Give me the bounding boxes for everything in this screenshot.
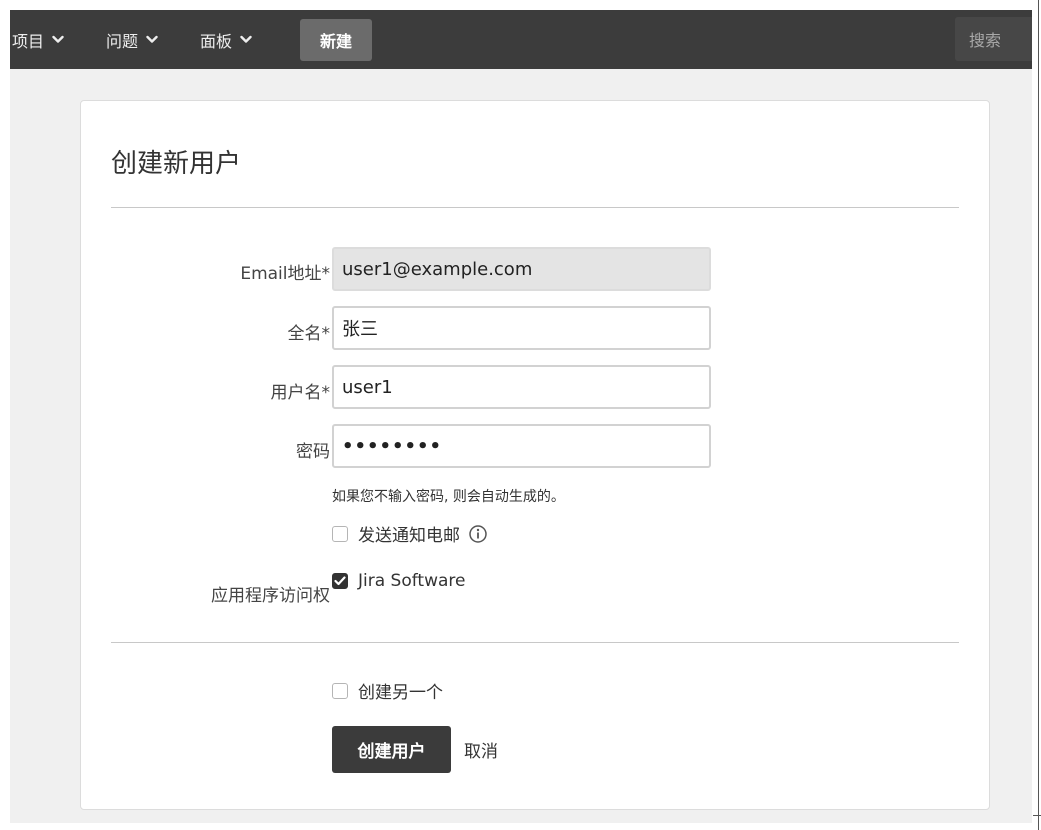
jira-software-label: Jira Software — [358, 571, 466, 591]
checkmark-icon — [334, 576, 346, 586]
send-notification-checkbox[interactable] — [332, 525, 348, 542]
info-icon[interactable] — [468, 524, 488, 544]
nav-projects-label: 项目 — [12, 31, 45, 51]
password-hint: 如果您不输入密码, 则会自动生成的。 — [332, 489, 565, 505]
create-another-option[interactable]: 创建另一个 — [332, 678, 443, 703]
jira-software-option[interactable]: Jira Software — [332, 571, 466, 591]
create-another-checkbox[interactable] — [332, 682, 348, 699]
chevron-down-icon — [240, 35, 252, 44]
nav-projects-menu[interactable]: 项目 — [12, 10, 64, 69]
email-label: Email地址* — [240, 264, 330, 284]
username-label: 用户名* — [270, 383, 331, 403]
top-navbar: 项目 问题 面板 新建 搜索 — [10, 10, 1032, 69]
nav-issues-label: 问题 — [106, 31, 139, 51]
password-label: 密码 — [296, 442, 330, 462]
app-access-label: 应用程序访问权 — [211, 586, 330, 606]
chevron-down-icon — [52, 35, 64, 44]
search-input[interactable]: 搜索 — [955, 17, 1032, 61]
create-button[interactable]: 新建 — [300, 19, 372, 61]
username-field[interactable]: user1 — [332, 365, 711, 409]
nav-boards-label: 面板 — [200, 31, 233, 51]
title-divider — [111, 207, 959, 208]
send-notification-option[interactable]: 发送通知电邮 — [332, 521, 488, 546]
create-user-form-card: 创建新用户 Email地址* user1@example.com 全名* 张三 … — [80, 100, 990, 810]
nav-boards-menu[interactable]: 面板 — [200, 10, 252, 69]
cancel-link[interactable]: 取消 — [464, 737, 498, 762]
nav-issues-menu[interactable]: 问题 — [106, 10, 158, 69]
page-title: 创建新用户 — [111, 149, 242, 179]
chevron-down-icon — [146, 35, 158, 44]
email-field[interactable]: user1@example.com — [332, 247, 711, 291]
send-notification-label: 发送通知电邮 — [358, 526, 460, 546]
password-field[interactable]: •••••••• — [332, 424, 711, 468]
create-user-button[interactable]: 创建用户 — [332, 726, 451, 773]
edge-line — [1038, 0, 1039, 830]
app-window: 项目 问题 面板 新建 搜索 创建新用户 Email地址* user1@exam… — [10, 10, 1032, 823]
edge-tick — [1033, 815, 1041, 816]
create-another-label: 创建另一个 — [358, 683, 443, 703]
actions-divider — [111, 642, 959, 643]
jira-software-checkbox[interactable] — [332, 573, 348, 589]
fullname-label: 全名* — [287, 324, 331, 344]
fullname-field[interactable]: 张三 — [332, 306, 711, 350]
